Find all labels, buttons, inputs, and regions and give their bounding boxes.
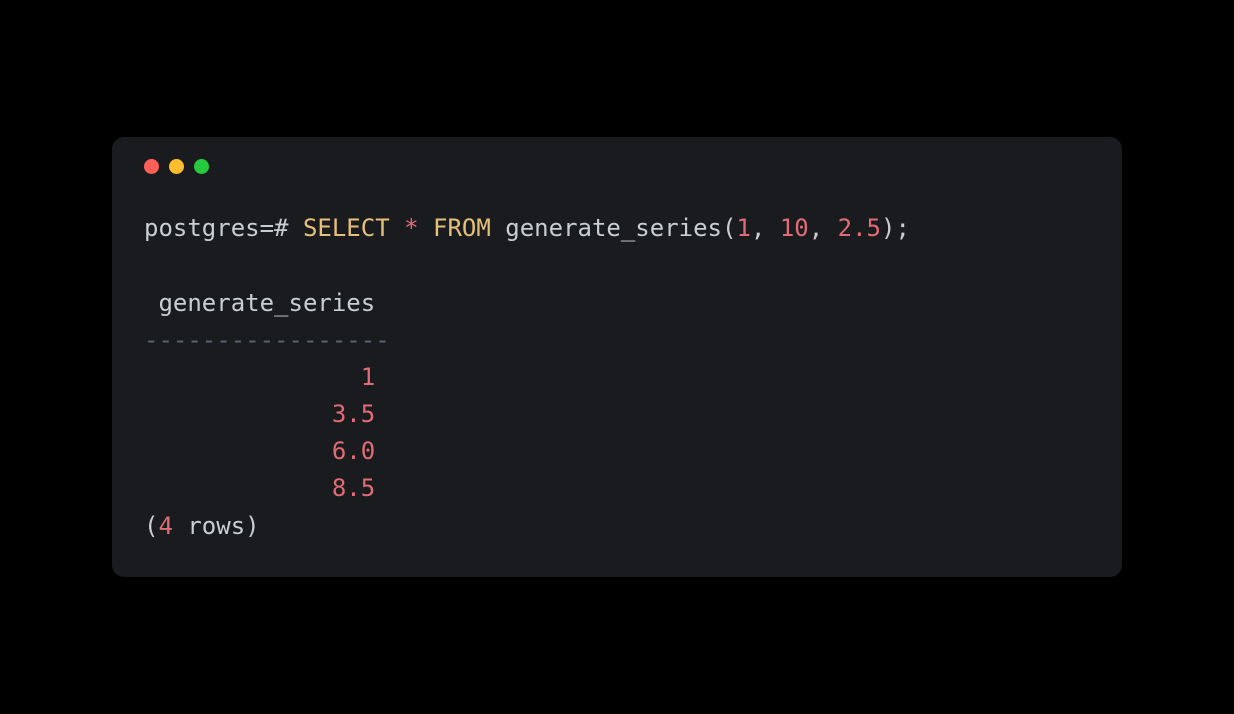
- semicolon: ;: [895, 214, 909, 242]
- comma-1: ,: [809, 214, 838, 242]
- comma-0: ,: [751, 214, 780, 242]
- open-paren: (: [722, 214, 736, 242]
- result-row: 3.5: [144, 400, 375, 428]
- sql-from: FROM: [433, 214, 491, 242]
- minimize-icon[interactable]: [169, 159, 184, 174]
- sql-star: *: [404, 214, 418, 242]
- arg-0: 1: [736, 214, 750, 242]
- footer-open: (: [144, 512, 158, 540]
- close-icon[interactable]: [144, 159, 159, 174]
- footer-rest: rows): [173, 512, 260, 540]
- terminal-body[interactable]: postgres=# SELECT * FROM generate_series…: [144, 210, 1090, 545]
- footer-count: 4: [158, 512, 172, 540]
- column-header: generate_series: [144, 289, 390, 317]
- result-row: 8.5: [144, 474, 375, 502]
- arg-1: 10: [780, 214, 809, 242]
- terminal-window: postgres=# SELECT * FROM generate_series…: [112, 137, 1122, 577]
- result-row: 6.0: [144, 437, 375, 465]
- sql-select: SELECT: [303, 214, 390, 242]
- maximize-icon[interactable]: [194, 159, 209, 174]
- prompt-text: postgres=#: [144, 214, 289, 242]
- result-row: 1: [144, 363, 375, 391]
- window-titlebar: [144, 159, 1090, 174]
- close-paren: ): [881, 214, 895, 242]
- arg-2: 2.5: [838, 214, 881, 242]
- result-divider: -----------------: [144, 326, 390, 354]
- sql-function: generate_series: [505, 214, 722, 242]
